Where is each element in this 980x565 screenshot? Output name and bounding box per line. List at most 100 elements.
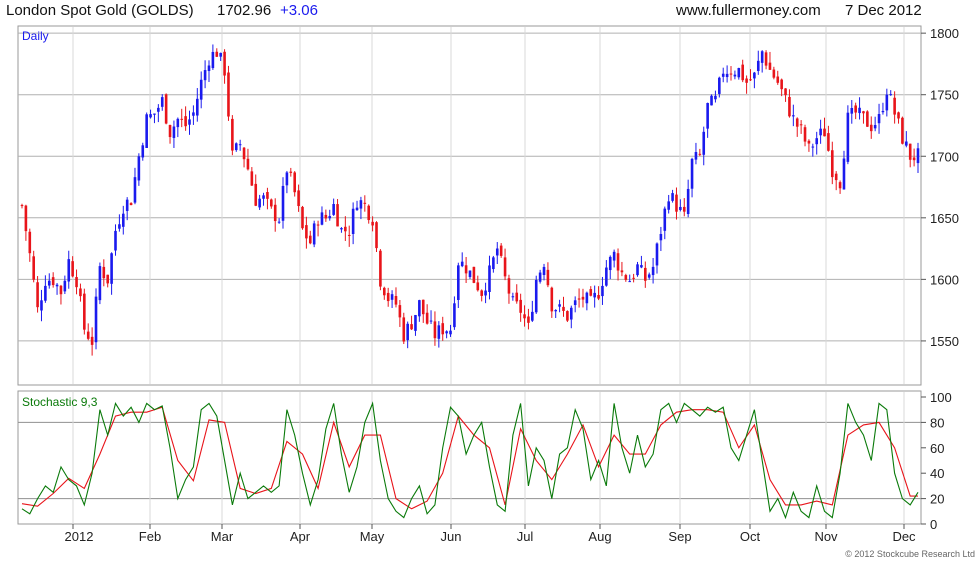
candle-body: [328, 216, 332, 219]
candle-body: [846, 112, 850, 162]
candle-body: [386, 292, 390, 302]
candle-body: [55, 284, 59, 287]
candle-body: [106, 274, 110, 284]
candle-body: [756, 60, 760, 71]
candle-body: [468, 270, 472, 278]
stochastic-tick-label: 100: [930, 390, 952, 405]
candle-body: [737, 68, 741, 78]
candle-body: [199, 79, 203, 100]
candle-body: [527, 316, 530, 323]
x-tick-label: Sep: [668, 529, 691, 544]
candle-body: [219, 52, 222, 57]
candle-body: [780, 79, 783, 90]
candle-body: [710, 95, 713, 106]
candle-body: [792, 115, 795, 117]
candle-body: [308, 235, 312, 244]
candle-body: [453, 303, 456, 328]
candle-body: [795, 118, 799, 127]
candle-body: [102, 266, 106, 279]
candle-body: [24, 205, 28, 232]
candle-body: [429, 320, 433, 322]
candle-body: [854, 105, 857, 113]
instrument-title: London Spot Gold (GOLDS): [6, 2, 194, 19]
candle-body: [51, 277, 55, 286]
candle-body: [246, 158, 250, 170]
candle-body: [168, 124, 172, 138]
candle-body: [507, 278, 511, 294]
candle-body: [281, 185, 285, 221]
candle-body: [437, 325, 441, 339]
candle-body: [686, 188, 690, 215]
candle-body: [398, 305, 402, 318]
candle-body: [776, 76, 780, 83]
candle-body: [270, 199, 273, 207]
candle-body: [690, 158, 694, 189]
candle-body: [612, 251, 616, 261]
candle-body: [554, 310, 558, 312]
candle-body: [608, 256, 612, 271]
candle-body: [499, 245, 503, 256]
candle-body: [464, 265, 468, 274]
candle-body: [63, 280, 67, 292]
candle-body: [289, 171, 293, 173]
candle-body: [324, 214, 328, 219]
price-panel-label: Daily: [22, 29, 49, 43]
candle-body: [671, 193, 674, 201]
candle-body: [242, 147, 246, 160]
candle-body: [901, 117, 904, 144]
copyright: © 2012 Stockcube Research Ltd: [845, 549, 975, 559]
candle-body: [542, 266, 546, 275]
candle-body: [772, 69, 776, 78]
candle-body: [59, 285, 63, 295]
x-tick-label: 2012: [65, 529, 94, 544]
site-url[interactable]: www.fullermoney.com: [675, 2, 821, 19]
candle-body: [889, 94, 893, 96]
candle-body: [714, 95, 717, 100]
candle-body: [881, 110, 885, 113]
candle-body: [320, 212, 324, 225]
price-tick-label: 1750: [930, 88, 959, 103]
x-tick-label: Apr: [290, 529, 311, 544]
candle-body: [682, 206, 686, 212]
candle-body: [402, 317, 406, 342]
candle-body: [441, 323, 445, 335]
candle-body: [340, 228, 343, 230]
chart: London Spot Gold (GOLDS) 1702.96 +3.06 w…: [6, 2, 975, 559]
candle-body: [628, 281, 632, 283]
candle-body: [897, 112, 900, 119]
candle-body: [480, 290, 483, 296]
candle-body: [406, 323, 409, 341]
candle-body: [203, 70, 207, 81]
candle-body: [238, 144, 242, 146]
candle-body: [79, 288, 82, 297]
candle-body: [862, 111, 865, 114]
candle-body: [601, 285, 604, 297]
candle-body: [569, 307, 573, 320]
candle-body: [647, 274, 651, 278]
candle-body: [721, 73, 725, 77]
candle-body: [367, 205, 371, 221]
candle-body: [98, 266, 102, 301]
candle-body: [893, 97, 896, 115]
price-panel-frame: [17, 25, 922, 386]
candle-body: [834, 173, 838, 181]
candle-body: [266, 192, 269, 199]
candle-body: [231, 118, 234, 151]
x-tick-label: Nov: [814, 529, 838, 544]
candle-body: [164, 94, 168, 124]
candle-body: [694, 152, 698, 160]
candle-body: [355, 207, 359, 211]
candle-body: [702, 131, 706, 155]
candle-body: [316, 224, 320, 226]
candle-body: [277, 221, 281, 223]
candle-body: [827, 133, 830, 151]
candle-body: [445, 331, 448, 334]
candle-body: [145, 114, 148, 148]
candle-body: [866, 111, 869, 127]
stochastic-tick-label: 60: [930, 441, 944, 456]
candle-body: [133, 177, 137, 203]
candle-body: [227, 72, 230, 117]
candle-body: [215, 51, 219, 57]
price-tick-label: 1800: [930, 26, 959, 41]
candle-body: [768, 62, 772, 70]
